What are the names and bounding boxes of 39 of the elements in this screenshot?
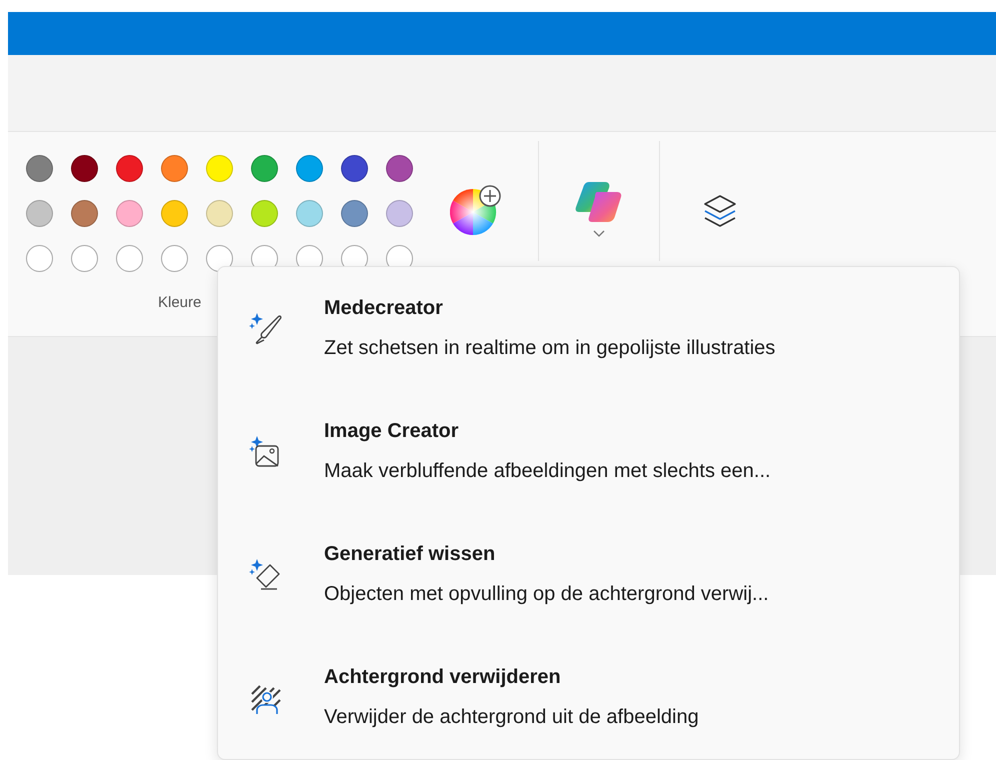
color-swatch[interactable] — [340, 155, 368, 182]
group-label: Kleure — [158, 294, 202, 311]
empty-color-slot[interactable] — [160, 245, 188, 272]
empty-color-slot[interactable] — [116, 245, 142, 272]
color-swatch[interactable] — [160, 200, 188, 227]
menu-item-title: Medecreator — [324, 297, 444, 320]
color-swatch[interactable] — [206, 155, 232, 182]
color-swatch[interactable] — [206, 200, 232, 227]
menu-item[interactable]: Generatief wissen Objecten met opvulling op de achtergrond verwij... — [248, 543, 928, 606]
color-swatch[interactable] — [296, 200, 322, 227]
color-swatch[interactable] — [26, 200, 52, 227]
menu-item-title: Image Creator — [324, 420, 460, 443]
color-swatch[interactable] — [70, 200, 98, 227]
color-swatch[interactable] — [386, 200, 412, 227]
chevron-down-icon[interactable] — [593, 230, 605, 237]
empty-color-slot[interactable] — [26, 245, 52, 272]
color-swatch[interactable] — [386, 155, 412, 182]
menu-item[interactable]: Medecreator Zet schetsen in realtime om in gepolijste illustraties — [248, 297, 928, 360]
menu-item-title: Achtergrond verwijderen — [324, 666, 562, 689]
sparkle-brush-icon — [248, 310, 284, 346]
menu-item[interactable]: Image Creator Maak verbluffende afbeeldingen met slechts een... — [248, 420, 928, 483]
color-swatch[interactable] — [116, 155, 142, 182]
menu-item-description: Objecten met opvulling op de achtergrond verwij... — [324, 583, 769, 606]
menu-item-description: Zet schetsen in realtime om in gepolijste illustraties — [324, 337, 776, 360]
color-swatch[interactable] — [116, 200, 142, 227]
color-swatch[interactable] — [70, 155, 98, 182]
empty-color-slot[interactable] — [70, 245, 98, 272]
empty-color-slot[interactable] — [206, 245, 232, 272]
menu-item-description: Maak verbluffende afbeeldingen met slechts een... — [324, 460, 771, 483]
color-swatch[interactable] — [26, 155, 52, 182]
menu-item-title: Generatief wissen — [324, 543, 496, 566]
menu-item-description: Verwijder de achtergrond uit de afbeelding — [324, 706, 699, 729]
color-swatch[interactable] — [160, 155, 188, 182]
menu-item[interactable]: Achtergrond verwijderen Verwijder de achtergrond uit de afbeelding — [248, 666, 928, 729]
copilot-logo-icon[interactable] — [575, 180, 623, 224]
color-swatch[interactable] — [250, 200, 278, 227]
color-swatch[interactable] — [340, 200, 368, 227]
color-swatch[interactable] — [250, 155, 278, 182]
color-swatch[interactable] — [296, 155, 322, 182]
